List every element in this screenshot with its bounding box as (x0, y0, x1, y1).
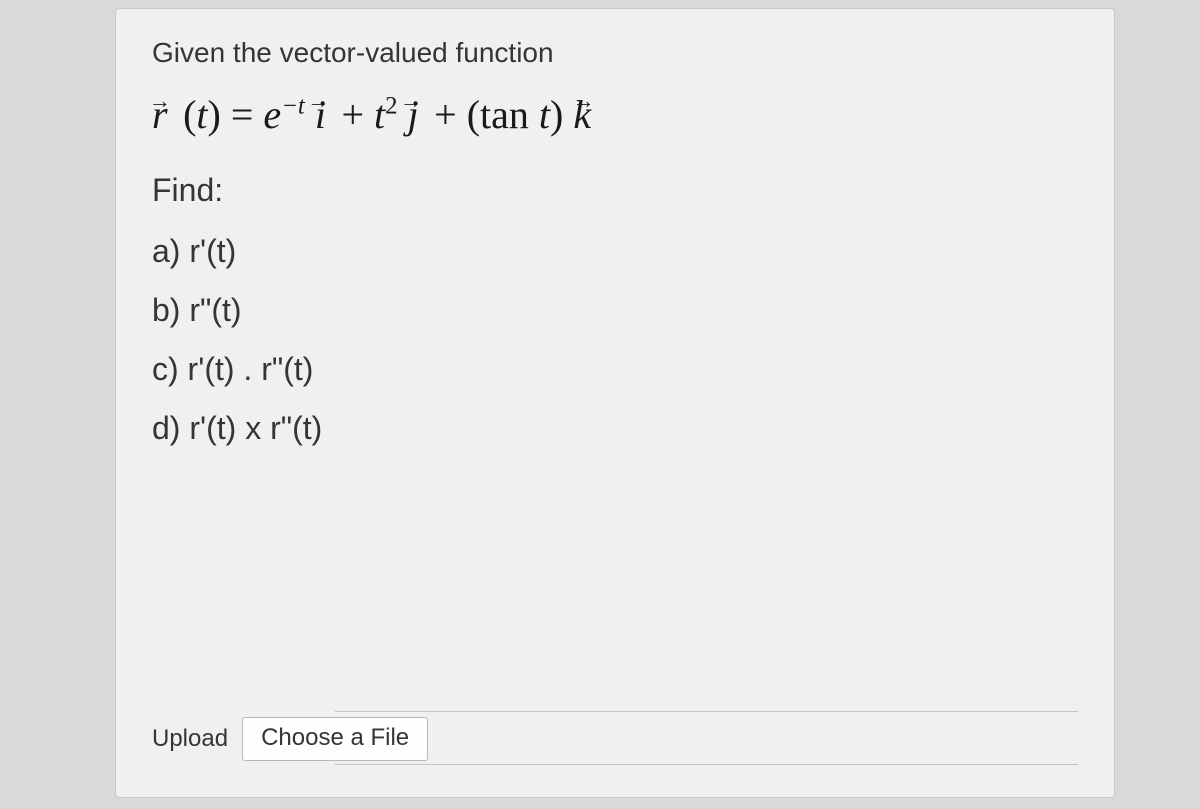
question-card: Given the vector-valued function r→ (t) … (115, 8, 1115, 798)
eq-paren-close: ) (208, 92, 221, 137)
eq-equals: = (231, 92, 264, 137)
item-b: b) r"(t) (152, 292, 1078, 329)
item-a: a) r'(t) (152, 233, 1078, 270)
item-d: d) r'(t) x r"(t) (152, 410, 1078, 447)
eq-close: ) (550, 92, 573, 137)
eq-t: t (196, 92, 207, 137)
eq-sup-neg-t: −t (281, 93, 305, 120)
divider (335, 711, 1078, 712)
item-c: c) r'(t) . r"(t) (152, 351, 1078, 388)
eq-plus-2: + (tan (434, 92, 539, 137)
eq-tan-t: t (539, 92, 550, 137)
vector-arrow-icon: → (400, 88, 422, 114)
upload-section: Upload Choose a File (152, 711, 1078, 765)
vector-arrow-icon: → (307, 88, 329, 114)
choose-file-button[interactable]: Choose a File (242, 717, 428, 761)
find-label: Find: (152, 172, 1078, 209)
eq-e: e (263, 92, 281, 137)
upload-label: Upload (152, 725, 228, 753)
prompt-text: Given the vector-valued function (152, 37, 1078, 69)
eq-plus-1: + (341, 92, 374, 137)
vector-arrow-icon: → (149, 88, 171, 114)
eq-paren-open: ( (183, 92, 196, 137)
divider (335, 764, 1078, 765)
eq-t2-sup: 2 (385, 93, 397, 120)
vector-equation: r→ (t) = e−t i→ + t2 j→ + (tan t) k→ (152, 91, 1078, 138)
vector-arrow-icon: → (572, 88, 594, 114)
eq-t2-base: t (374, 92, 385, 137)
